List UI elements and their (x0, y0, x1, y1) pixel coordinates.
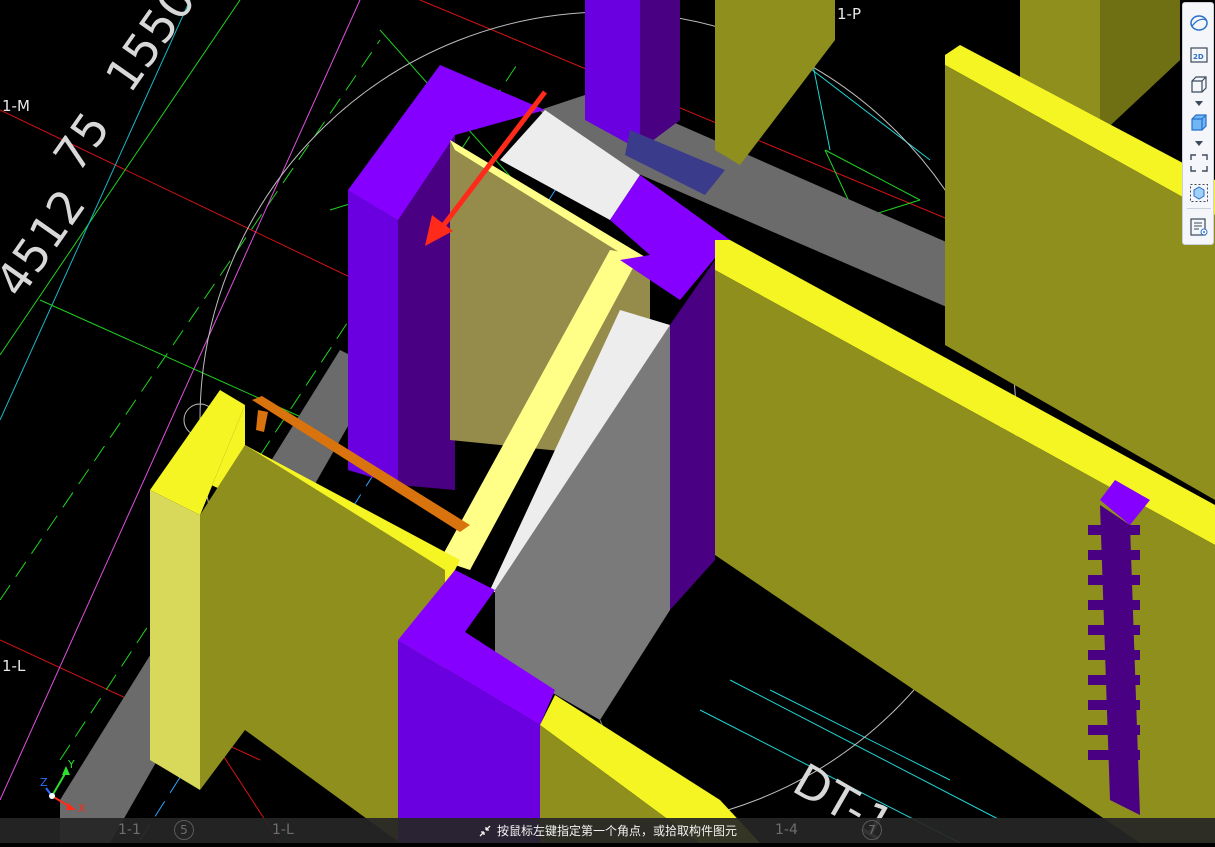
orbit-icon[interactable] (1186, 11, 1212, 35)
zoom-extents-icon[interactable] (1186, 151, 1212, 175)
svg-text:X: X (78, 802, 86, 814)
collapse-arrows-icon (479, 825, 491, 836)
axis-label-1m: 1-M (2, 97, 30, 115)
svg-text:2D: 2D (1193, 53, 1204, 61)
3d-solid-view-icon[interactable] (1186, 111, 1212, 135)
grid-label-ghost: 1-4 (775, 822, 798, 838)
status-message: 按鼠标左键指定第一个角点，或拾取构件图元 (478, 822, 737, 839)
status-message-text: 按鼠标左键指定第一个角点，或拾取构件图元 (497, 824, 738, 838)
grid-label-ghost: 1-L (272, 822, 294, 838)
3d-view-icon[interactable] (1186, 73, 1212, 97)
display-settings-icon[interactable] (1186, 215, 1212, 239)
isolate-icon[interactable] (1186, 181, 1212, 205)
view-toolbar: 2D (1182, 2, 1214, 245)
grid-bubble-ghost: 7 (862, 820, 882, 840)
cad-text-left: 4512 (0, 179, 96, 306)
grid-bubble-ghost: 5 (174, 820, 194, 840)
grid-label-ghost: 1-1 (118, 822, 141, 838)
3d-viewport[interactable]: 1550 75 4512 DT-1 1-M 1-L 1-P (0, 0, 1215, 847)
axis-label-1l: 1-L (2, 657, 26, 675)
3d-view-dropdown-icon[interactable] (1195, 101, 1203, 106)
axis-label-1p: 1-P (837, 5, 862, 23)
3d-solid-dropdown-icon[interactable] (1195, 141, 1203, 146)
status-bar: 1-1 5 1-L 按鼠标左键指定第一个角点，或拾取构件图元 1-4 7 (0, 818, 1215, 843)
cad-text-75: 75 (43, 102, 121, 181)
svg-text:Y: Y (67, 758, 75, 771)
2d-view-icon[interactable]: 2D (1186, 43, 1212, 67)
svg-text:Z: Z (40, 776, 48, 789)
scene-canvas: 1550 75 4512 DT-1 (0, 0, 1215, 847)
axis-gizmo: Y X Z (38, 752, 98, 815)
cad-text-1550: 1550 (95, 0, 206, 101)
